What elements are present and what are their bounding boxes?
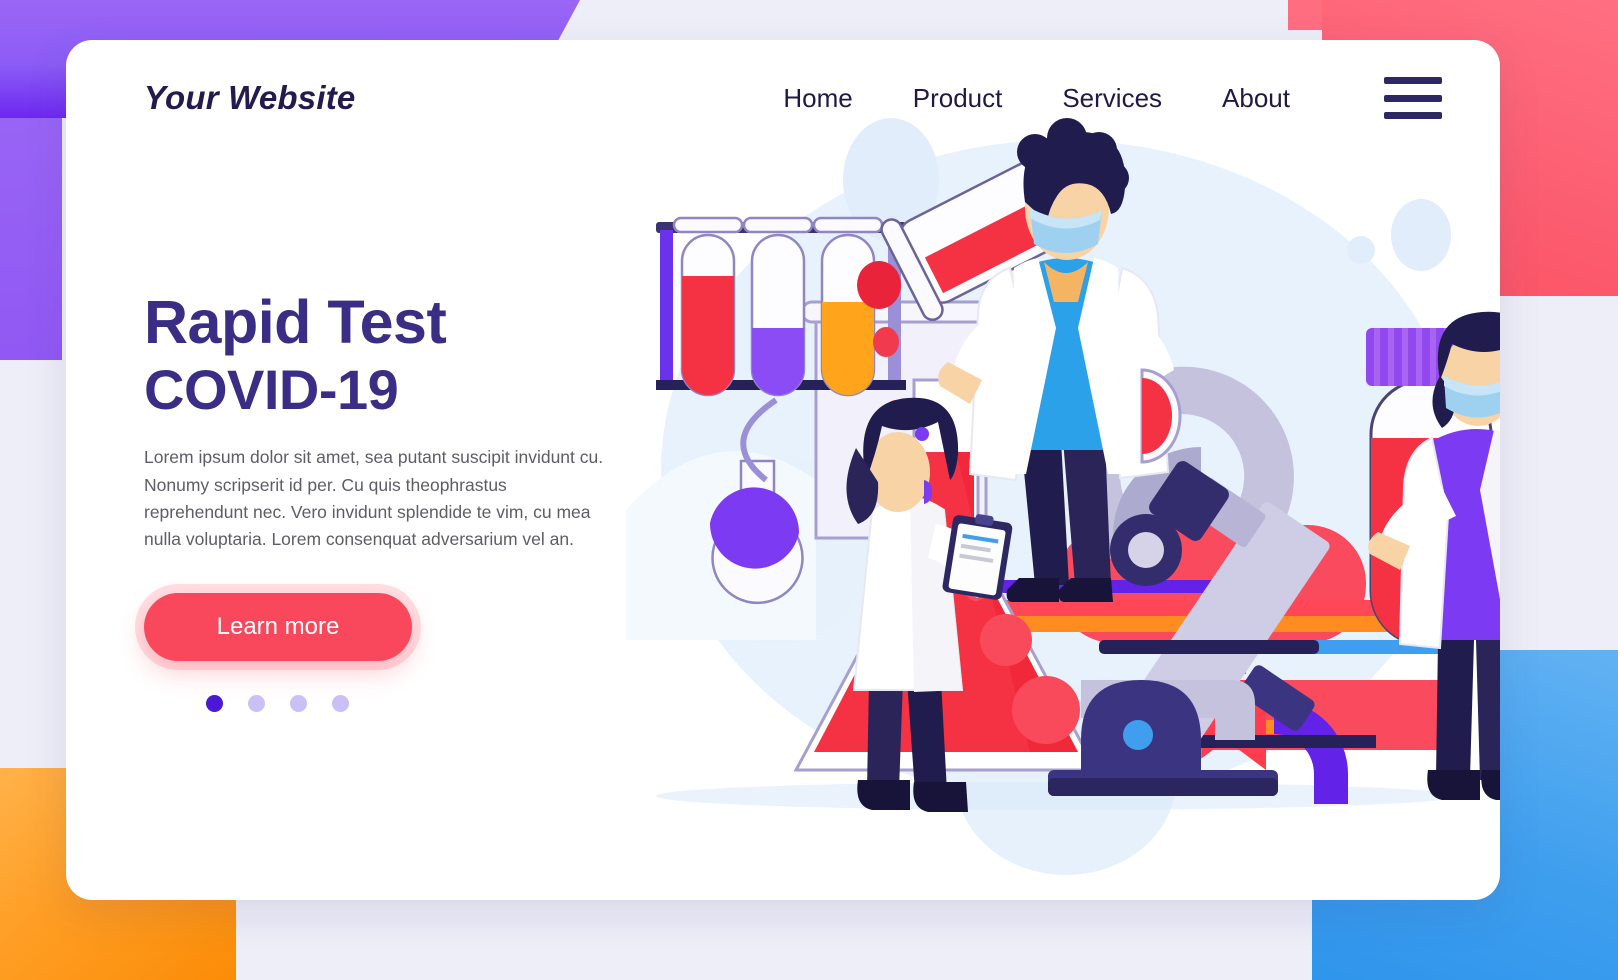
site-logo[interactable]: Your Website bbox=[144, 79, 355, 117]
carousel-dot-4[interactable] bbox=[332, 694, 349, 712]
site-header: Your Website Home Product Services About bbox=[66, 40, 1500, 156]
page-title-line-2: COVID-19 bbox=[144, 358, 399, 422]
carousel-dot-3[interactable] bbox=[290, 694, 307, 712]
carousel-dot-1[interactable] bbox=[206, 694, 223, 712]
nav-item-product[interactable]: Product bbox=[913, 83, 1003, 114]
covid-19-laboratory-illustration bbox=[626, 80, 1500, 900]
landing-page-card: Your Website Home Product Services About… bbox=[66, 40, 1500, 900]
hamburger-bar-1 bbox=[1384, 77, 1442, 84]
nav-item-about[interactable]: About bbox=[1222, 83, 1290, 114]
hamburger-menu-icon[interactable] bbox=[1384, 77, 1442, 119]
hamburger-bar-3 bbox=[1384, 112, 1442, 119]
carousel-pagination bbox=[206, 694, 684, 712]
carousel-dot-2[interactable] bbox=[248, 694, 265, 712]
hero-content: Rapid Test COVID-19 Lorem ipsum dolor si… bbox=[144, 290, 684, 712]
nav-item-home[interactable]: Home bbox=[783, 83, 852, 114]
learn-more-button[interactable]: Learn more bbox=[144, 592, 412, 661]
hero-description: Lorem ipsum dolor sit amet, sea putant s… bbox=[144, 447, 604, 549]
main-navigation: Home Product Services About bbox=[783, 77, 1442, 119]
page-title-line-1: Rapid Test bbox=[144, 288, 447, 356]
hamburger-bar-2 bbox=[1384, 94, 1442, 102]
nav-item-services[interactable]: Services bbox=[1062, 83, 1162, 114]
